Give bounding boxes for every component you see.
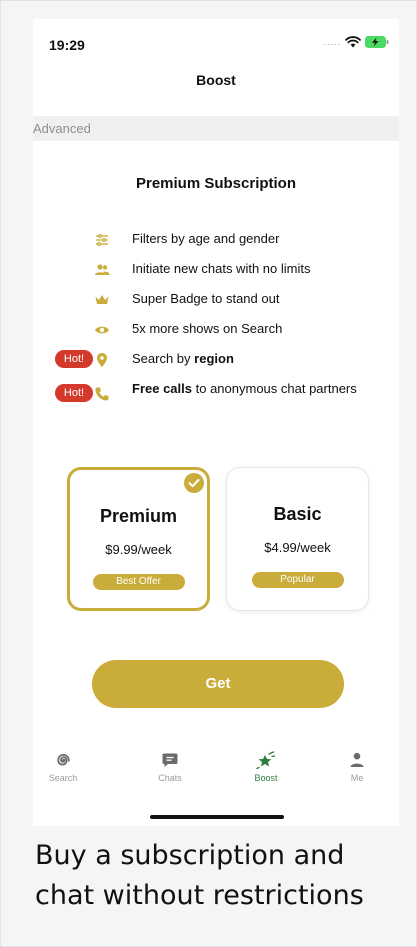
tab-label: Chats [158, 773, 182, 783]
feature-item: Hot! Free calls to anonymous chat partne… [33, 379, 399, 402]
location-pin-icon [97, 353, 107, 367]
feature-text-bold: Free calls [132, 381, 192, 396]
feature-item: Filters by age and gender [33, 229, 399, 251]
plan-card-basic[interactable]: Basic $4.99/week Popular [226, 467, 369, 611]
signal-dots-icon: ..... [323, 37, 341, 47]
checkmark-icon [184, 473, 204, 493]
feature-item: Initiate new chats with no limits [33, 259, 399, 281]
status-time: 19:29 [49, 37, 85, 53]
page-title: Boost [196, 72, 236, 88]
plan-name: Basic [273, 504, 322, 524]
phone-icon [95, 387, 109, 401]
person-icon [350, 752, 364, 767]
phone-screen: 19:29 ..... Boost Advanced Premium Subsc… [33, 19, 399, 826]
section-header-label: Advanced [33, 121, 91, 136]
plan-price: $4.99/week [264, 540, 331, 555]
tab-me[interactable]: Me [327, 741, 387, 783]
people-icon [95, 264, 110, 275]
feature-text-suffix: to anonymous chat partners [192, 381, 357, 396]
feature-text: Filters by age and gender [132, 231, 280, 246]
feature-text: Initiate new chats with no limits [132, 261, 311, 276]
wifi-icon [345, 36, 361, 48]
eye-icon [95, 326, 109, 334]
plan-card-premium[interactable]: Premium $9.99/week Best Offer [67, 467, 210, 611]
feature-text: Free calls to anonymous chat partners [132, 381, 362, 397]
plan-name: Premium [99, 506, 178, 526]
status-bar: 19:29 ..... [33, 19, 399, 59]
feature-item: Super Badge to stand out [33, 289, 399, 311]
plan-price: $9.99/week [105, 542, 172, 557]
rocket-icon [256, 751, 276, 769]
hot-badge: Hot! [55, 350, 93, 368]
feature-text-prefix: Search by [132, 351, 195, 366]
section-header-advanced: Advanced [33, 116, 399, 141]
battery-charging-icon [365, 36, 389, 48]
feature-text: 5x more shows on Search [132, 321, 283, 336]
feature-item: 5x more shows on Search [33, 319, 399, 341]
tab-search[interactable]: Search [33, 741, 93, 783]
feature-item: Hot! Search by region [33, 349, 399, 371]
status-icons: ..... [323, 36, 389, 48]
tab-chats[interactable]: Chats [140, 741, 200, 783]
screenshot-frame: 19:29 ..... Boost Advanced Premium Subsc… [0, 0, 417, 947]
caption-text: Buy a subscription and chat without rest… [35, 840, 364, 911]
crown-icon [95, 295, 109, 304]
premium-subscription-title: Premium Subscription [135, 175, 297, 192]
get-button[interactable]: Get [92, 660, 344, 708]
spiral-icon [57, 753, 70, 766]
hot-badge: Hot! [55, 384, 93, 402]
tab-boost[interactable]: Boost [236, 741, 296, 783]
chat-bubble-icon [162, 753, 178, 767]
tab-bar: Search Chats Boost Me [33, 741, 399, 801]
tab-label: Me [350, 773, 364, 783]
tab-label: Boost [254, 773, 278, 783]
home-indicator[interactable] [150, 815, 284, 819]
tab-label: Search [48, 773, 78, 783]
feature-text: Super Badge to stand out [132, 291, 280, 306]
plan-badge: Popular [251, 572, 344, 588]
filters-icon [96, 233, 108, 247]
feature-text-bold: region [194, 351, 234, 366]
feature-text: Search by region [132, 351, 362, 367]
plan-badge: Best Offer [92, 574, 185, 590]
